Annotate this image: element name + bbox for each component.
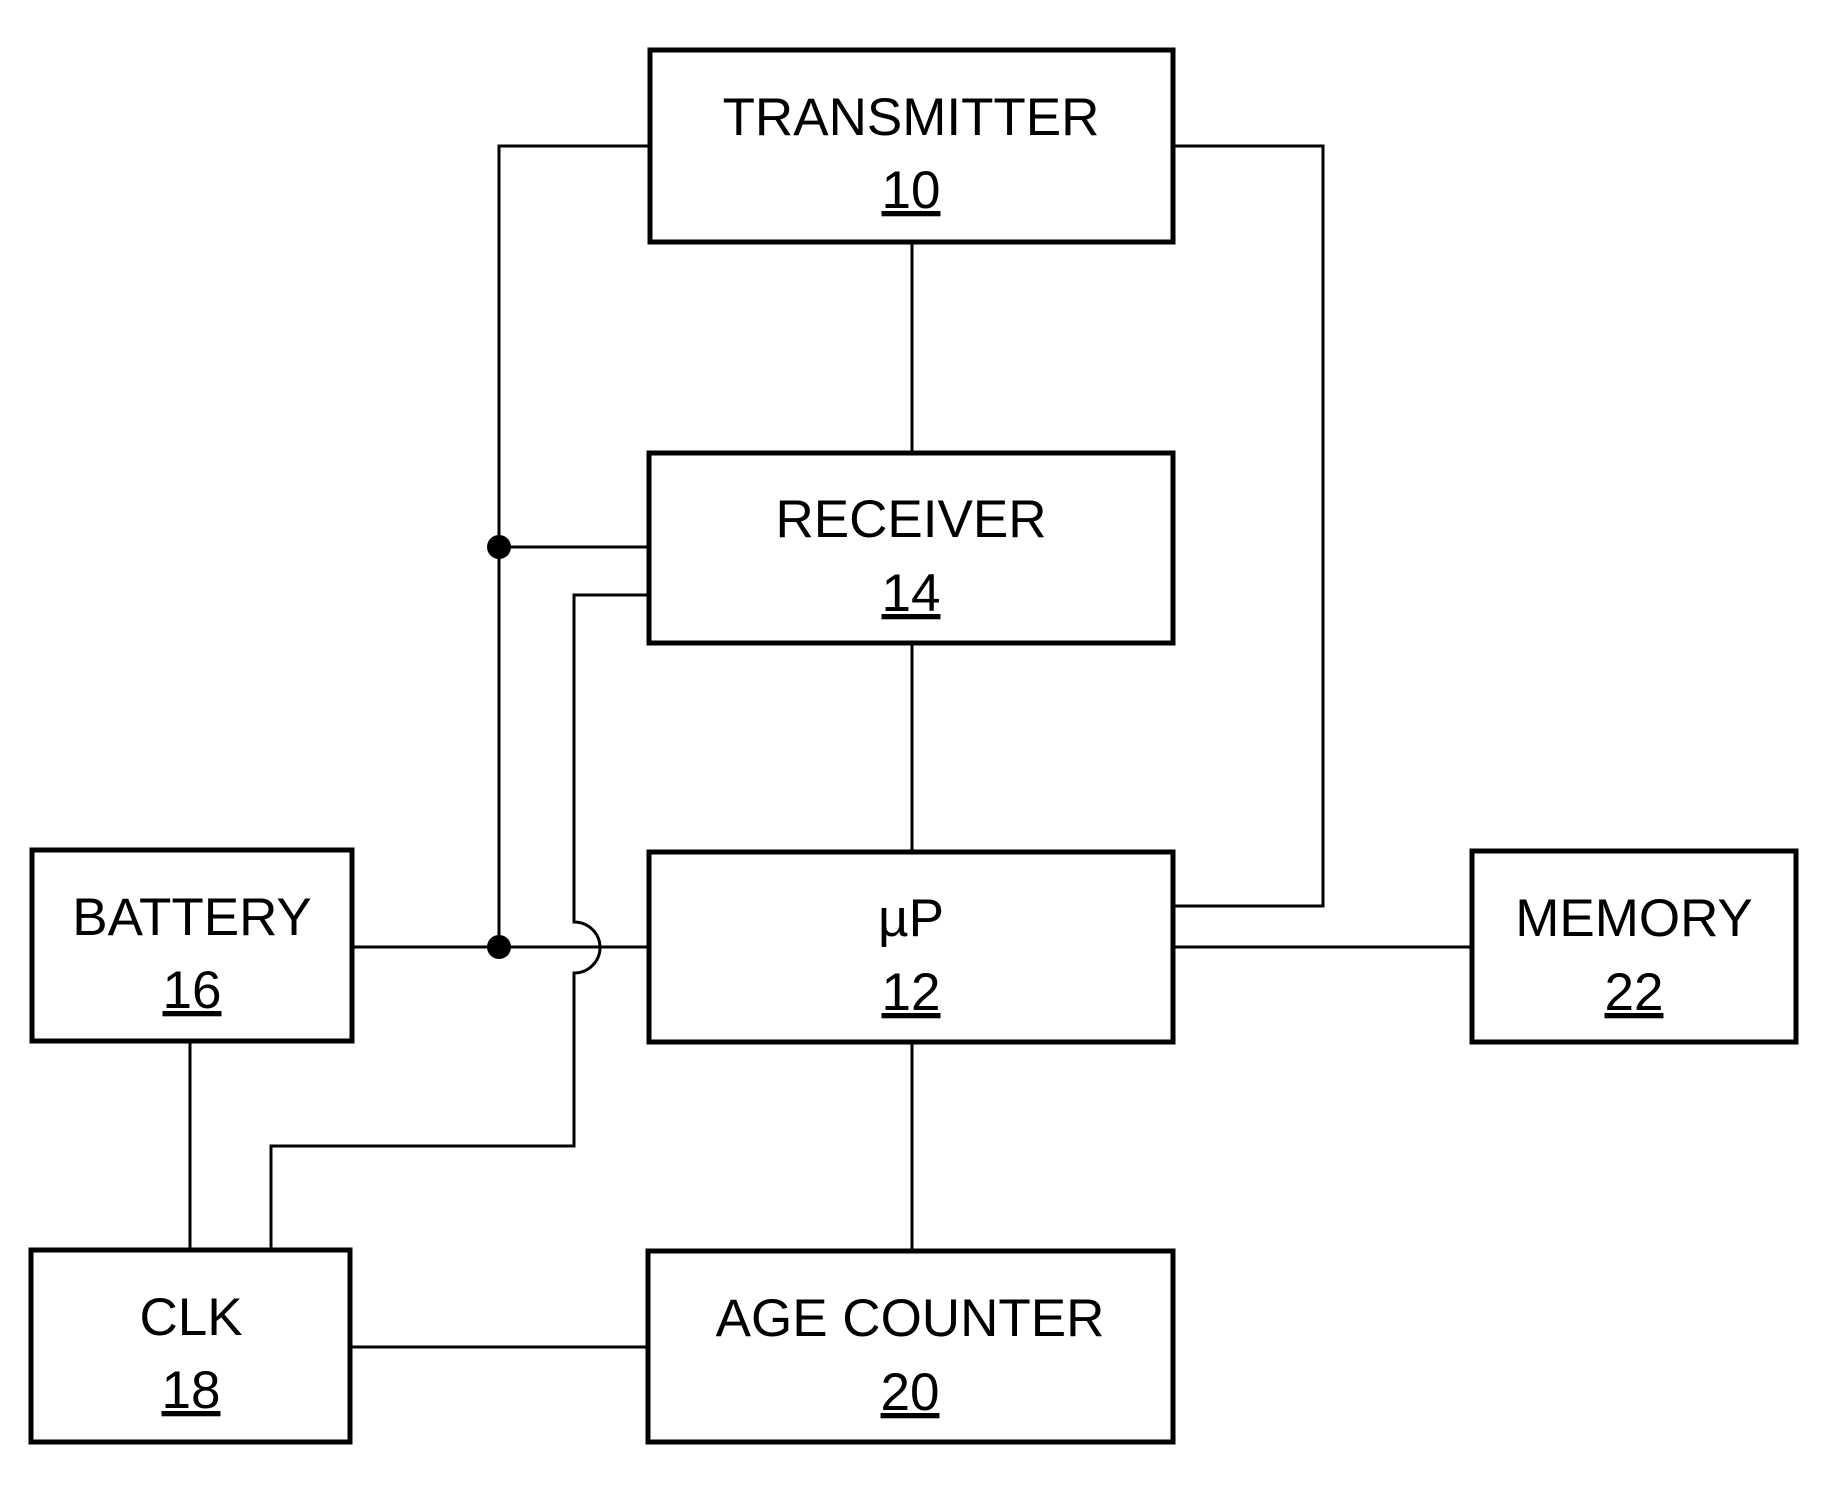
block-battery-ref: 16 bbox=[163, 961, 222, 1020]
block-microprocessor-ref: 12 bbox=[882, 963, 941, 1022]
block-age-counter-ref: 20 bbox=[881, 1363, 940, 1422]
wire-transmitter-microprocessor bbox=[1173, 144, 1325, 908]
block-clock[interactable]: CLK 18 bbox=[28, 1247, 353, 1445]
wires bbox=[188, 144, 1472, 1349]
block-battery[interactable]: BATTERY 16 bbox=[29, 847, 355, 1044]
block-microprocessor-label: µP bbox=[878, 889, 944, 948]
block-age-counter[interactable]: AGE COUNTER 20 bbox=[645, 1248, 1176, 1445]
block-receiver-label: RECEIVER bbox=[776, 490, 1047, 549]
block-receiver-ref: 14 bbox=[882, 564, 941, 623]
block-clock-ref: 18 bbox=[162, 1361, 221, 1420]
block-age-counter-label: AGE COUNTER bbox=[716, 1289, 1105, 1348]
block-transmitter[interactable]: TRANSMITTER 10 bbox=[647, 47, 1176, 245]
block-transmitter-label: TRANSMITTER bbox=[723, 88, 1100, 147]
block-transmitter-ref: 10 bbox=[882, 161, 941, 220]
block-microprocessor[interactable]: µP 12 bbox=[646, 849, 1176, 1045]
junction-dot-battery bbox=[487, 935, 511, 959]
block-clock-label: CLK bbox=[139, 1288, 242, 1347]
block-battery-label: BATTERY bbox=[72, 888, 312, 947]
block-diagram: TRANSMITTER 10 RECEIVER 14 µP 12 BATTERY… bbox=[28, 47, 1799, 1445]
block-memory-ref: 22 bbox=[1605, 963, 1664, 1022]
block-memory-label: MEMORY bbox=[1515, 889, 1753, 948]
block-memory[interactable]: MEMORY 22 bbox=[1469, 848, 1799, 1045]
junction-dot-receiver bbox=[487, 535, 511, 559]
block-receiver[interactable]: RECEIVER 14 bbox=[646, 450, 1176, 646]
